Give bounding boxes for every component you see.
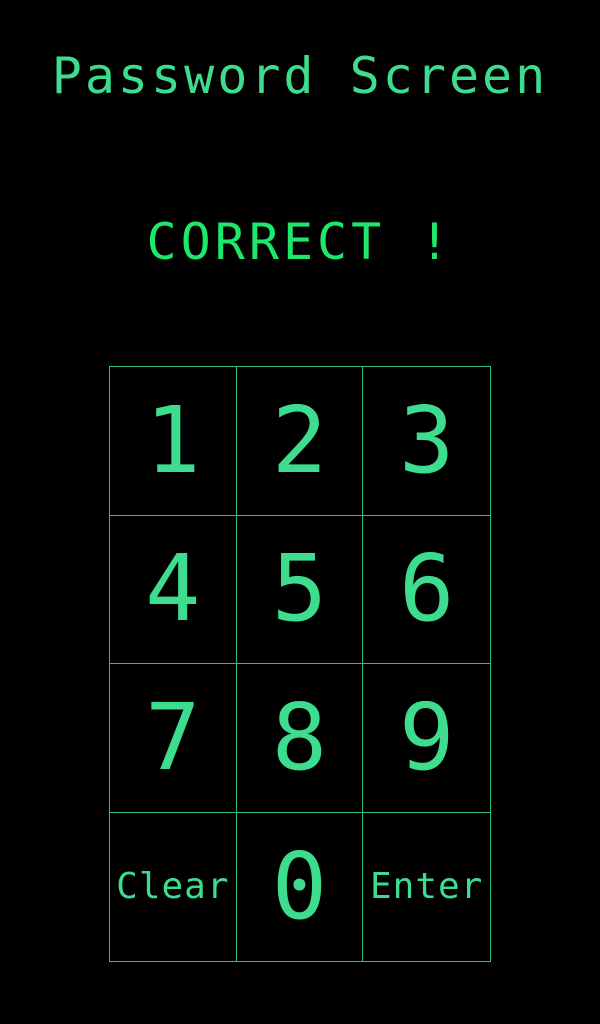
key-6-button[interactable]: 6	[363, 516, 490, 664]
key-5-button[interactable]: 5	[236, 515, 364, 664]
key-label: Enter	[369, 865, 484, 907]
key-label: 0	[271, 832, 328, 940]
clear-button[interactable]: Clear	[110, 812, 237, 961]
key-label: 5	[271, 535, 328, 643]
key-label: 9	[398, 683, 455, 791]
key-0-button[interactable]: 0	[237, 812, 364, 961]
enter-button[interactable]: Enter	[363, 813, 490, 962]
key-label: 8	[271, 683, 328, 791]
key-7-button[interactable]: 7	[110, 664, 237, 813]
key-label: 2	[271, 386, 328, 494]
status-message: CORRECT !	[146, 213, 454, 271]
key-label: Clear	[116, 865, 230, 907]
key-label: 3	[398, 386, 455, 494]
page-title: Password Screen	[51, 47, 549, 105]
key-label: 4	[145, 535, 201, 643]
key-9-button[interactable]: 9	[363, 664, 490, 813]
key-label: 6	[398, 535, 455, 643]
key-1-button[interactable]: 1	[110, 367, 237, 516]
key-4-button[interactable]: 4	[110, 515, 237, 664]
key-label: 7	[145, 683, 201, 791]
key-2-button[interactable]: 2	[236, 367, 364, 516]
key-label: 1	[145, 386, 201, 494]
key-8-button[interactable]: 8	[236, 664, 364, 813]
keypad: 1 2 3 4 5 6 7 8 9 Clear 0 Enter	[109, 366, 491, 962]
key-3-button[interactable]: 3	[363, 367, 490, 516]
